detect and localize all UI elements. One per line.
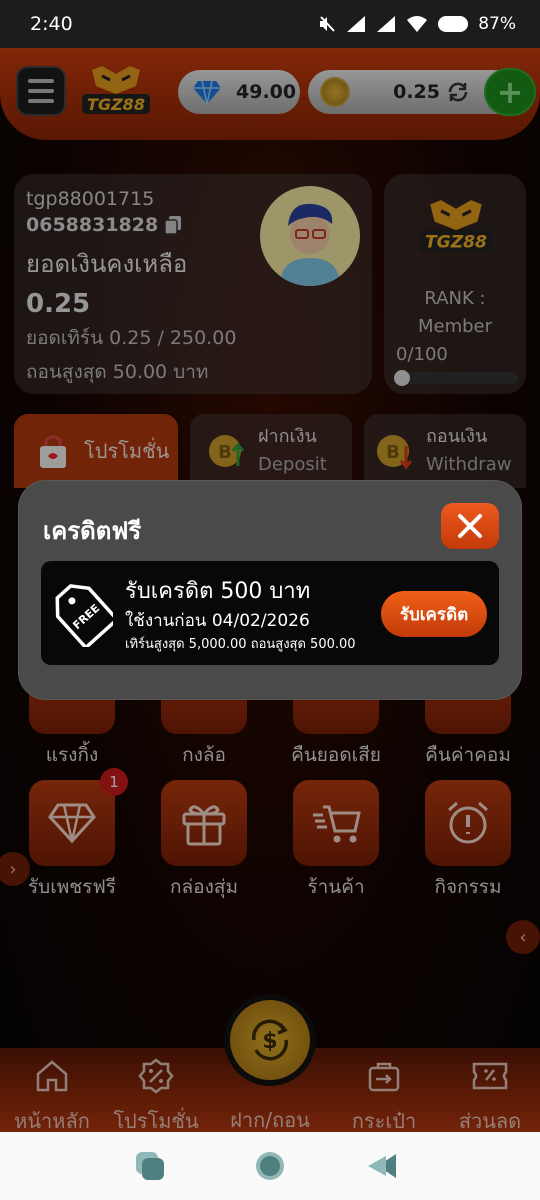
free-credit-modal: เครดิตฟรี FREE รับเครดิต 500 บาท ใช้งานก…	[18, 480, 522, 700]
back-icon[interactable]	[366, 1150, 398, 1182]
signal-icon	[347, 16, 366, 32]
battery-level: 87%	[478, 14, 516, 34]
signal-icon-2	[377, 16, 396, 32]
close-button[interactable]	[441, 503, 499, 549]
status-icons: 87%	[318, 14, 516, 34]
claim-credit-button[interactable]: รับเครดิต	[381, 591, 487, 637]
modal-title: เครดิตฟรี	[43, 517, 142, 545]
system-nav-bar	[0, 1132, 540, 1200]
status-bar: 2:40 87%	[0, 0, 540, 48]
battery-icon	[438, 16, 469, 32]
offer-title: รับเครดิต 500 บาท	[125, 579, 311, 604]
offer-limits: เทิร์นสูงสุด 5,000.00 ถอนสูงสุด 500.00	[125, 637, 356, 652]
free-tag-icon: FREE	[55, 584, 113, 647]
recent-apps-icon[interactable]	[134, 1150, 166, 1182]
status-time: 2:40	[30, 13, 73, 35]
offer-expiry: ใช้งานก่อน 04/02/2026	[125, 611, 310, 631]
close-icon	[458, 514, 482, 538]
wifi-icon	[407, 16, 428, 32]
home-circle-icon[interactable]	[254, 1150, 286, 1182]
mute-icon	[320, 16, 335, 32]
credit-offer-card: FREE รับเครดิต 500 บาท ใช้งานก่อน 04/02/…	[41, 561, 499, 665]
free-tag-text: FREE	[70, 602, 102, 632]
